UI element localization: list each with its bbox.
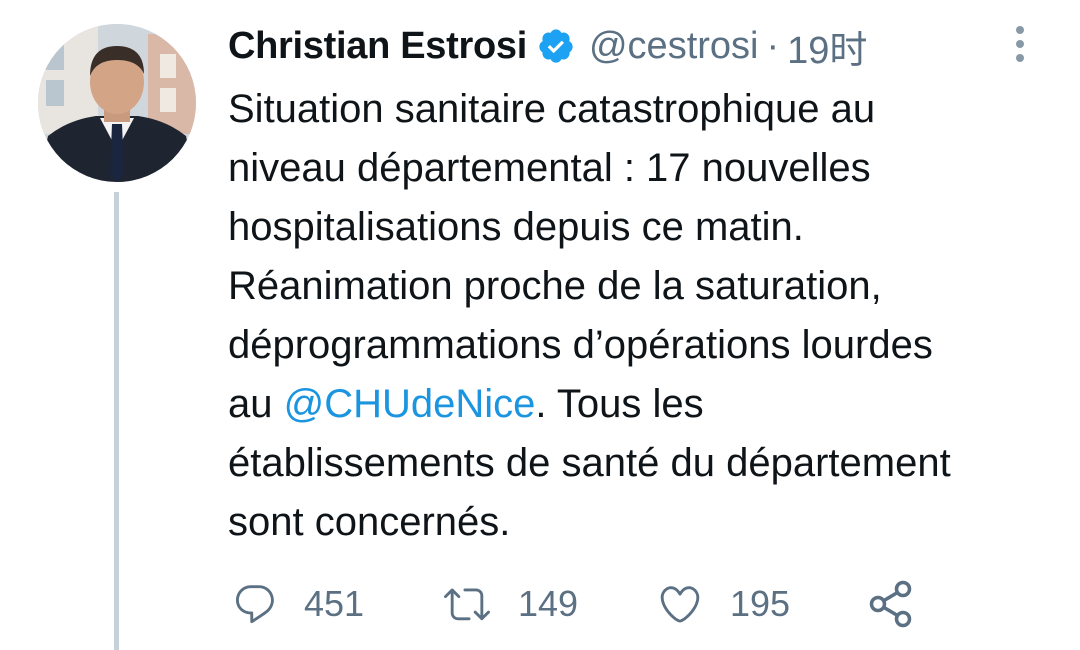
share-icon <box>866 579 916 629</box>
retweet-count: 149 <box>518 583 579 624</box>
tweet-line-prefix: au <box>228 382 284 426</box>
tweet-line: établissements de santé du département <box>228 441 951 485</box>
tweet-line: hospitalisations depuis ce matin. <box>228 205 804 249</box>
thread-line <box>114 192 119 650</box>
author-name[interactable]: Christian Estrosi <box>228 25 527 68</box>
retweet-button[interactable]: 149 <box>442 578 578 630</box>
tweet-line: sont concernés. <box>228 500 511 544</box>
mention-link[interactable]: @CHUdeNice <box>284 382 536 426</box>
more-vertical-icon[interactable] <box>1010 24 1030 64</box>
like-button[interactable]: 195 <box>656 578 790 630</box>
verified-badge-icon <box>537 27 575 65</box>
reply-icon <box>232 581 278 627</box>
tweet-actions: 451 149 195 <box>232 578 932 630</box>
tweet-header: Christian Estrosi @cestrosi · 19时 <box>228 22 867 72</box>
tweet-line-suffix: . Tous les <box>535 382 704 426</box>
tweet-line: niveau départemental : 17 nouvelles <box>228 146 871 190</box>
like-count: 195 <box>730 583 791 624</box>
separator-dot: · <box>766 24 780 67</box>
tweet[interactable]: Christian Estrosi @cestrosi · 19时 Situat… <box>0 0 1080 650</box>
tweet-text: Situation sanitaire catastrophique au ni… <box>228 80 1058 552</box>
author-handle[interactable]: @cestrosi <box>589 25 759 68</box>
avatar[interactable] <box>38 24 196 182</box>
retweet-icon <box>442 581 492 627</box>
reply-count: 451 <box>304 583 365 624</box>
reply-button[interactable]: 451 <box>232 578 364 630</box>
heart-icon <box>656 581 704 627</box>
tweet-time[interactable]: 19时 <box>787 19 867 74</box>
tweet-line: déprogrammations d’opérations lourdes <box>228 323 933 367</box>
tweet-line: Réanimation proche de la saturation, <box>228 264 882 308</box>
tweet-line: au @CHUdeNice. Tous les <box>228 375 1058 434</box>
tweet-line: Situation sanitaire catastrophique au <box>228 87 876 131</box>
share-button[interactable] <box>866 578 916 630</box>
